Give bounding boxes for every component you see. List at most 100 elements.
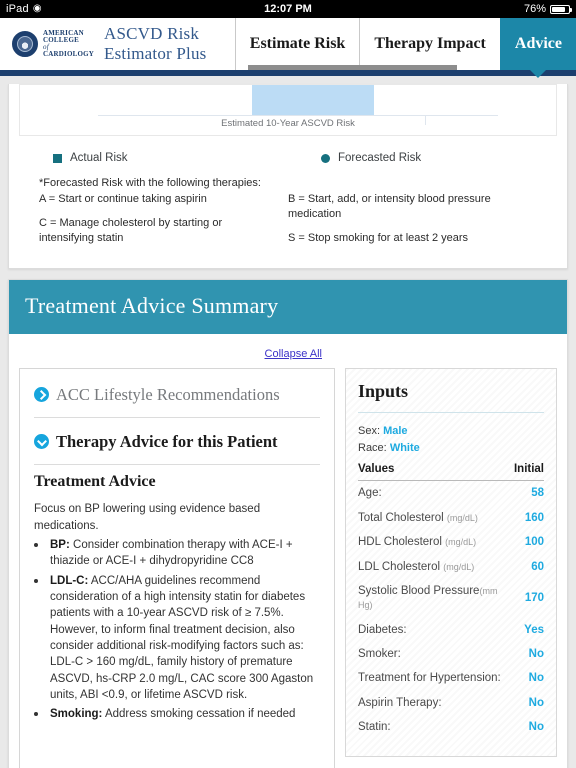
chart-bar-actual-risk: [252, 85, 374, 115]
row-label-systolic-blood-pressure: Systolic Blood Pressure(mm Hg): [358, 584, 498, 611]
wifi-icon: ◉: [32, 3, 42, 14]
treatment-advice-summary-body: Collapse All ACC Lifestyle Recommendatio…: [9, 334, 567, 768]
row-label-age: Age:: [358, 487, 382, 500]
input-sex: Sex: Male: [358, 423, 544, 440]
table-row: Systolic Blood Pressure(mm Hg) 170: [358, 579, 544, 618]
clock: 12:07 PM: [264, 3, 312, 15]
brand: AMERICAN COLLEGE of CARDIOLOGY ASCVD Risk…: [0, 18, 235, 70]
page-content[interactable]: Estimated 10-Year ASCVD Risk Actual Risk…: [0, 76, 576, 768]
row-label-diabetes: Diabetes:: [358, 623, 407, 636]
accordion-item-therapy-advice[interactable]: Therapy Advice for this Patient: [34, 426, 320, 466]
row-value-age: 58: [531, 487, 544, 500]
table-header-row: Values Initial: [358, 460, 544, 482]
tab-therapy-impact[interactable]: Therapy Impact: [359, 18, 500, 70]
acc-word-line2: COLLEGE of: [43, 35, 80, 51]
table-row: Aspirin Therapy: No: [358, 691, 544, 715]
acc-wordmark: AMERICAN COLLEGE of CARDIOLOGY: [43, 29, 95, 59]
acc-seal-icon: [12, 31, 38, 57]
accordion-divider-1: [34, 417, 320, 419]
ios-status-bar: iPad ◉ 12:07 PM 76%: [0, 0, 576, 18]
list-item: BP: Consider combination therapy with AC…: [48, 536, 320, 570]
risk-chart-card: Estimated 10-Year ASCVD Risk Actual Risk…: [8, 84, 568, 270]
battery-percent: 76%: [523, 3, 546, 15]
inputs-title: Inputs: [358, 381, 409, 402]
circle-marker-icon: [321, 153, 330, 163]
table-row: Total Cholesterol (mg/dL) 160: [358, 506, 544, 530]
treatment-advice-summary-panel: Treatment Advice Summary Collapse All AC…: [8, 279, 568, 768]
column-header-values: Values: [358, 460, 514, 482]
table-row: Smoker: No: [358, 642, 544, 666]
chevron-right-icon[interactable]: [34, 387, 49, 403]
row-value-ldl-cholesterol: 60: [531, 560, 544, 573]
table-row: Diabetes: Yes: [358, 618, 544, 642]
footnote-lead: *Forecasted Risk with the following ther…: [39, 177, 261, 189]
battery-icon: [550, 4, 572, 14]
accordion-header-therapy-advice[interactable]: Therapy Advice for this Patient: [34, 426, 320, 460]
table-row: Statin: No: [358, 715, 544, 739]
collapse-all-row: Collapse All: [19, 340, 557, 368]
chart-x-axis: [98, 115, 498, 116]
inputs-panel: Inputs Sex: Male Race: White Values Init…: [345, 368, 557, 757]
input-race-label: Race:: [358, 441, 387, 454]
treatment-advice-list: BP: Consider combination therapy with AC…: [48, 536, 320, 723]
table-row: HDL Cholesterol (mg/dL) 100: [358, 530, 544, 554]
status-left: iPad ◉: [6, 3, 42, 15]
tab-advice[interactable]: Advice: [499, 18, 576, 70]
treatment-advice-intro: Focus on BP lowering using evidence base…: [34, 503, 261, 532]
row-label-statin: Statin:: [358, 721, 391, 734]
row-value-statin: No: [528, 721, 544, 734]
acc-word-line3: CARDIOLOGY: [43, 50, 95, 59]
table-row: Age: 58: [358, 481, 544, 506]
advice-text-bp: Consider combination therapy with ACE-I …: [50, 539, 293, 568]
table-row: Treatment for Hypertension: No: [358, 666, 544, 690]
chart-x-axis-label: Estimated 10-Year ASCVD Risk: [221, 118, 355, 129]
tab-estimate-risk[interactable]: Estimate Risk: [234, 18, 360, 70]
row-value-aspirin-therapy: No: [528, 696, 544, 709]
footnote-a: A = Start or continue taking aspirin: [39, 192, 207, 205]
risk-chart: Estimated 10-Year ASCVD Risk: [19, 84, 557, 136]
list-item: LDL-C: ACC/AHA guidelines recommend cons…: [48, 572, 320, 704]
acc-logo: AMERICAN COLLEGE of CARDIOLOGY: [12, 29, 95, 59]
table-row: LDL Cholesterol (mg/dL) 60: [358, 555, 544, 579]
accordion-item-lifestyle[interactable]: ACC Lifestyle Recommendations: [34, 379, 320, 419]
footnote-grid: A = Start or continue taking aspirin C =…: [39, 192, 537, 255]
row-label-ldl-cholesterol: LDL Cholesterol (mg/dL): [358, 560, 475, 573]
row-label-hdl-cholesterol: HDL Cholesterol (mg/dL): [358, 536, 477, 549]
advice-text-ldl: ACC/AHA guidelines recommend considerati…: [50, 574, 314, 702]
input-race-value: White: [389, 441, 420, 454]
chart-legend: Actual Risk Forecasted Risk: [9, 136, 567, 170]
row-value-diabetes: Yes: [524, 623, 544, 636]
legend-label-actual: Actual Risk: [70, 152, 128, 164]
therapy-footnote: *Forecasted Risk with the following ther…: [9, 170, 567, 268]
app-title: ASCVD Risk Estimator Plus: [104, 24, 207, 63]
input-race: Race: White: [358, 440, 544, 457]
legend-label-forecasted: Forecasted Risk: [338, 152, 422, 164]
collapse-all-link[interactable]: Collapse All: [265, 348, 322, 360]
footnote-col-left: A = Start or continue taking aspirin C =…: [39, 192, 288, 255]
inputs-table: Values Initial Age: 58 Total Cholesterol…: [358, 460, 544, 739]
status-right: 76%: [523, 3, 572, 15]
footnote-b: B = Start, add, or intensity blood press…: [288, 192, 491, 220]
input-sex-label: Sex:: [358, 425, 381, 438]
square-marker-icon: [53, 153, 62, 163]
treatment-advice-title: Treatment Advice: [34, 473, 156, 491]
treatment-advice-summary-heading: Treatment Advice Summary: [9, 280, 567, 335]
row-label-treatment-for-hypertension: Treatment for Hypertension:: [358, 672, 501, 685]
row-value-treatment-for-hypertension: No: [528, 672, 544, 685]
accordion-label-therapy-advice: Therapy Advice for this Patient: [56, 432, 278, 452]
footnote-c: C = Manage cholesterol by starting or in…: [39, 216, 223, 244]
column-header-initial: Initial: [513, 460, 544, 482]
advice-term-smoking: Smoking:: [50, 708, 103, 721]
row-value-smoker: No: [528, 648, 544, 660]
row-label-aspirin-therapy: Aspirin Therapy:: [358, 696, 442, 709]
advice-term-bp: BP:: [50, 539, 70, 552]
accordion-label-lifestyle: ACC Lifestyle Recommendations: [56, 385, 280, 405]
accordion-divider-2: [34, 464, 320, 466]
chevron-down-icon[interactable]: [34, 434, 49, 450]
advice-accordion: ACC Lifestyle Recommendations Therapy Ad…: [19, 368, 335, 768]
list-item: Smoking: Address smoking cessation if ne…: [48, 705, 320, 722]
advice-text-smoking: Address smoking cessation if needed: [102, 708, 296, 721]
main-tabs: Estimate Risk Therapy Impact Advice: [234, 18, 576, 70]
advice-term-ldl: LDL-C:: [50, 574, 89, 587]
accordion-header-lifestyle[interactable]: ACC Lifestyle Recommendations: [34, 379, 320, 413]
